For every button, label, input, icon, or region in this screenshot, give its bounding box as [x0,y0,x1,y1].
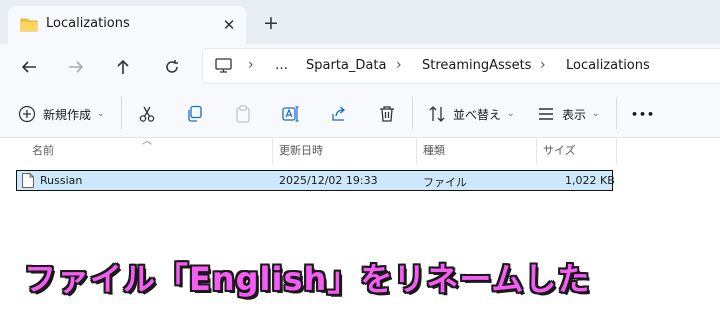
copy-icon [188,105,202,122]
close-tab-icon[interactable]: ✕ [218,14,240,36]
cut-button[interactable] [138,101,156,127]
paste-button[interactable] [234,101,252,127]
column-divider[interactable] [616,138,617,164]
column-header-type[interactable]: 種類 [423,142,445,158]
column-divider[interactable] [272,138,273,164]
view-button[interactable]: 表示 ⌄ [537,101,600,127]
breadcrumb-chevron: › [248,57,254,73]
back-button[interactable] [14,52,44,82]
column-divider[interactable] [416,138,417,164]
breadcrumb-chevron: › [396,57,402,73]
sort-ascending-icon: ︿ [142,136,152,147]
tab-strip: Localizations ✕ + [0,0,720,44]
file-modified: 2025/12/02 19:33 [279,174,378,187]
file-name: Russian [40,174,83,187]
table-row[interactable]: Russian 2025/12/02 19:33 ファイル 1,022 KB [16,170,615,191]
tab-localizations[interactable]: Localizations ✕ [8,6,246,44]
forward-icon [69,61,84,73]
tab-title: Localizations [46,16,130,31]
refresh-icon [166,60,178,73]
share-button[interactable] [330,101,348,127]
sort-button-label: 並べ替え [453,107,502,122]
sort-button[interactable]: 並べ替え ⌄ [428,101,515,127]
column-header-name[interactable]: 名前 [32,142,54,158]
new-button-label: 新規作成 [43,107,92,122]
computer-icon [215,58,232,73]
breadcrumb-overflow[interactable]: … [275,58,288,73]
breadcrumb-localizations[interactable]: Localizations [566,58,650,73]
back-icon [21,61,36,73]
divider [412,97,413,129]
view-button-label: 表示 [562,107,587,122]
command-bar: 新規作成 ⌄ 並べ替え ⌄ 表示 ⌄ ••• [0,92,720,138]
view-icon [539,108,553,120]
column-headers: ︿ 名前 更新日時 種類 サイズ [0,136,720,164]
copy-button[interactable] [186,101,204,127]
column-header-size[interactable]: サイズ [543,142,576,158]
new-tab-icon[interactable]: + [260,12,282,34]
column-divider[interactable] [536,138,537,164]
share-icon [332,106,345,121]
chevron-down-icon: ⌄ [507,109,515,119]
breadcrumb-chevron: › [540,57,546,73]
breadcrumb-streaming-assets[interactable]: StreamingAssets [422,58,531,73]
address-bar[interactable]: › … Sparta_Data › StreamingAssets › Loca… [202,48,720,84]
up-button[interactable] [108,52,138,82]
more-options-button[interactable]: ••• [631,101,655,127]
file-size: 1,022 KB [565,174,615,187]
breadcrumb-sparta-data[interactable]: Sparta_Data [306,58,386,73]
folder-icon [20,18,38,32]
plus-icon [18,105,36,123]
navigation-bar: › … Sparta_Data › StreamingAssets › Loca… [0,44,720,92]
divider [121,97,122,129]
divider [616,97,617,129]
new-button[interactable]: 新規作成 ⌄ [18,101,105,127]
column-header-modified[interactable]: 更新日時 [279,142,323,158]
sort-icon [429,106,445,122]
caption-overlay: ファイル「English」をリネームした [24,260,591,298]
up-icon [117,59,129,74]
cut-icon [139,106,155,122]
chevron-down-icon: ⌄ [97,109,105,119]
rename-icon [282,106,299,122]
file-icon [22,173,34,188]
paste-icon [236,105,250,123]
chevron-down-icon: ⌄ [592,109,600,119]
delete-icon [380,106,394,122]
rename-button[interactable] [282,101,300,127]
delete-button[interactable] [378,101,396,127]
refresh-button[interactable] [157,52,187,82]
forward-button[interactable] [61,52,91,82]
file-type: ファイル [423,176,467,189]
